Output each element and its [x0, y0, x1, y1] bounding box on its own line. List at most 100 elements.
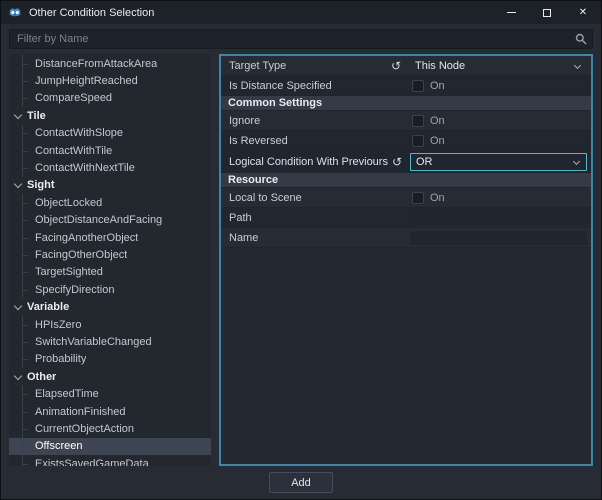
section-header[interactable]: Common Settings — [221, 96, 591, 111]
tree-guide — [9, 55, 29, 73]
tree-category[interactable]: Sight — [9, 177, 211, 194]
tree-item[interactable]: CompareSpeed — [9, 89, 211, 108]
footer: Add — [9, 466, 593, 499]
tree-item[interactable]: ElapsedTime — [9, 385, 211, 404]
property-label: Path — [229, 211, 252, 224]
tree-item[interactable]: SpecifyDirection — [9, 281, 211, 299]
tree-guide — [9, 211, 29, 230]
section-header[interactable]: Resource — [221, 173, 591, 188]
tree-item[interactable]: TargetSighted — [9, 263, 211, 282]
chevron-down-icon — [573, 158, 581, 166]
tree-item-label: Probability — [35, 353, 87, 366]
checkbox[interactable] — [412, 79, 424, 92]
tree-item[interactable]: ContactWithSlope — [9, 124, 211, 143]
property-label-cell: Is Reversed — [221, 131, 406, 150]
checkbox-label: On — [430, 114, 445, 127]
text-field[interactable] — [410, 230, 587, 245]
property-label-cell: Local to Scene — [221, 188, 406, 207]
tree-item[interactable]: ExistsSavedGameData — [9, 454, 211, 466]
tree-category-label: Tile — [27, 109, 46, 122]
godot-icon — [8, 6, 22, 20]
tree-item[interactable]: HPIsZero — [9, 315, 211, 334]
tree-item[interactable]: AnimationFinished — [9, 402, 211, 421]
tree-guide — [9, 246, 29, 265]
revert-icon[interactable]: ↺ — [388, 156, 402, 168]
revert-icon[interactable]: ↺ — [387, 60, 401, 72]
tree-item[interactable]: ContactWithTile — [9, 141, 211, 160]
tree-guide — [9, 72, 29, 91]
tree-item[interactable]: Offscreen — [9, 437, 211, 456]
tree-guide — [9, 194, 29, 212]
tree-item[interactable]: CurrentObjectAction — [9, 420, 211, 438]
tree-item[interactable]: FacingAnotherObject — [9, 228, 211, 247]
chevron-down-icon — [574, 62, 582, 70]
tree-category-label: Sight — [27, 179, 55, 192]
tree-guide — [9, 281, 29, 299]
tree-category-label: Other — [27, 370, 57, 383]
tree-item[interactable]: ObjectLocked — [9, 194, 211, 212]
tree-guide — [9, 350, 29, 369]
tree-guide — [9, 141, 29, 160]
tree-guide — [9, 263, 29, 282]
tree-guide — [9, 437, 29, 456]
property-dropdown[interactable]: This Node — [410, 58, 587, 74]
tree-item[interactable]: DistanceFromAttackArea — [9, 55, 211, 73]
property-label-cell: Ignore — [221, 111, 406, 130]
property-value-cell: On — [406, 131, 591, 150]
chevron-down-icon — [14, 373, 22, 381]
tree-item[interactable]: JumpHeightReached — [9, 72, 211, 91]
checkbox[interactable] — [412, 134, 424, 147]
tree-item-label: ContactWithSlope — [35, 127, 124, 140]
dropdown-value: OR — [416, 155, 433, 168]
tree-item[interactable]: Probability — [9, 350, 211, 369]
tree-item[interactable]: ObjectDistanceAndFacing — [9, 211, 211, 230]
section-label: Common Settings — [228, 97, 323, 109]
tree-category[interactable]: Tile — [9, 107, 211, 124]
minimize-button[interactable] — [493, 1, 529, 24]
close-button[interactable]: ✕ — [565, 1, 601, 24]
minimize-icon — [506, 12, 516, 13]
tree-category[interactable]: Other — [9, 368, 211, 385]
main-area: DistanceFromAttackArea JumpHeightReached C… — [9, 54, 593, 466]
condition-tree: DistanceFromAttackArea JumpHeightReached C… — [9, 54, 211, 466]
tree-item[interactable]: FacingOtherObject — [9, 246, 211, 265]
property-label-cell: Name — [221, 228, 406, 247]
maximize-button[interactable] — [529, 1, 565, 24]
tree-category[interactable]: Variable — [9, 298, 211, 315]
tree-guide — [9, 159, 29, 178]
property-row: Logical Condition With Previours ↺ OR — [221, 151, 591, 173]
window-controls: ✕ — [493, 1, 601, 24]
property-row: Path — [221, 208, 591, 228]
property-label: Target Type — [229, 59, 287, 72]
tree-guide — [9, 315, 29, 334]
checkbox[interactable] — [412, 191, 424, 204]
tree-item-label: ElapsedTime — [35, 388, 99, 401]
property-label: Is Reversed — [229, 134, 288, 147]
tree-item-label: SwitchVariableChanged — [35, 335, 152, 348]
property-row: Target Type ↺ This Node — [221, 56, 591, 76]
tree-item-label: ObjectLocked — [35, 196, 103, 209]
tree-item-label: AnimationFinished — [35, 405, 126, 418]
titlebar[interactable]: Other Condition Selection ✕ — [1, 1, 601, 24]
property-dropdown[interactable]: OR — [410, 152, 587, 171]
property-label: Local to Scene — [229, 191, 302, 204]
tree-item[interactable]: SwitchVariableChanged — [9, 333, 211, 352]
property-label: Is Distance Specified — [229, 79, 332, 92]
add-button[interactable]: Add — [269, 472, 333, 493]
tree-item[interactable]: ContactWithNextTile — [9, 159, 211, 178]
tree-item-label: TargetSighted — [35, 266, 103, 279]
tree-item-label: CurrentObjectAction — [35, 422, 135, 435]
filter-input[interactable] — [9, 29, 593, 49]
property-label-cell: Path — [221, 208, 406, 227]
checkbox[interactable] — [412, 114, 424, 127]
tree-item-label: FacingAnotherObject — [35, 231, 139, 244]
property-value-cell: OR — [406, 151, 591, 172]
property-value-cell — [406, 208, 591, 227]
inspector-panel: Target Type ↺ This Node Is Distance Specifi… — [219, 54, 593, 466]
text-field[interactable] — [410, 210, 587, 225]
tree-guide — [9, 333, 29, 352]
property-value-cell: On — [406, 188, 591, 207]
tree-item-label: Offscreen — [35, 440, 83, 453]
tree-guide — [9, 124, 29, 143]
checkbox-label: On — [430, 134, 445, 147]
